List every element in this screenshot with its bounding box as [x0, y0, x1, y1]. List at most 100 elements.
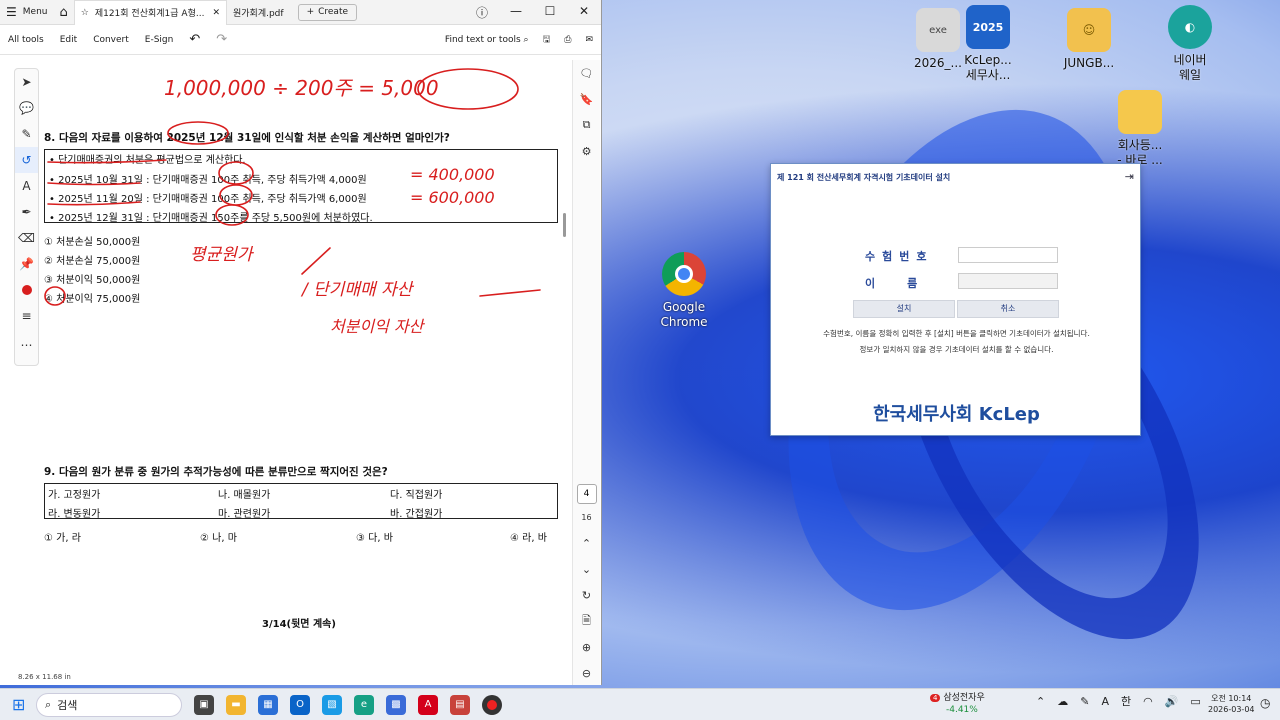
desktop-icon-kclep[interactable]: 2025 KcLep... 세무사... — [953, 5, 1023, 83]
annotation-toolbar: ➤ 💬 ✎ ↺ A ✒ ⌫ 📌 ≡ … — [14, 68, 39, 366]
ink-circle — [44, 286, 66, 306]
ink-underline — [47, 159, 167, 164]
help-icon[interactable]: ⓘ — [465, 4, 499, 21]
font-icon[interactable]: A — [1101, 695, 1109, 708]
home-button[interactable]: ⌂ — [53, 0, 73, 25]
dialog-note: 정보가 일치하지 않을 경우 기초데이터 설치를 할 수 없습니다. — [859, 345, 1054, 354]
pdf-page: 8. 다음의 자료를 이용하여 2025년 12월 31일에 인식할 처분 손익… — [40, 60, 565, 672]
attach-icon[interactable]: ⚙ — [573, 138, 600, 164]
teams-icon[interactable]: ▩ — [386, 694, 406, 715]
file-explorer-icon[interactable]: ▬ — [226, 694, 246, 715]
photos-icon[interactable]: ▧ — [322, 694, 342, 715]
line-width-icon[interactable]: ≡ — [15, 303, 38, 329]
sign-icon[interactable]: ✒ — [15, 199, 38, 225]
clock[interactable]: 오전 10:14 2026-03-04 — [1208, 693, 1255, 715]
ink-stroke — [479, 289, 541, 297]
wifi-icon[interactable]: ◠ — [1143, 695, 1153, 708]
page-number-input[interactable]: 4 — [576, 484, 597, 504]
select-icon[interactable]: ➤ — [15, 69, 38, 95]
store-icon[interactable]: ▦ — [258, 694, 278, 715]
install-button[interactable]: 설치 — [853, 300, 955, 318]
text-box-icon[interactable]: A — [15, 173, 38, 199]
volume-icon[interactable]: 🔊 — [1165, 695, 1179, 708]
close-icon[interactable]: ✕ — [212, 8, 220, 18]
save-page-icon[interactable]: 🗎 — [573, 608, 600, 634]
notification-icon[interactable]: ◷ — [1260, 696, 1270, 710]
desktop-icon-folder[interactable]: 회사등... - 바로 ... — [1105, 90, 1175, 168]
battery-icon[interactable]: ▭ — [1190, 695, 1200, 708]
acrobat-icon[interactable]: A — [418, 694, 438, 715]
exam-number-input[interactable] — [958, 247, 1058, 263]
task-view-icon[interactable]: ▣ — [194, 694, 214, 715]
desktop-icon-chrome[interactable]: Google Chrome — [649, 252, 719, 330]
tab-cost-accounting[interactable]: 원가회계.pdf — [227, 0, 290, 25]
print-icon[interactable]: ⎙ — [564, 35, 571, 45]
hamburger-icon: ☰ — [6, 5, 17, 19]
ink-underline — [47, 182, 141, 186]
edge-icon[interactable]: e — [354, 694, 374, 715]
draw-icon[interactable]: ↺ — [15, 147, 38, 173]
ink-annotations: 1,000,000 ÷ 200주 = 5,000 = 400,000 = 600… — [44, 68, 541, 336]
chevron-up-icon[interactable]: ⌃ — [1036, 695, 1045, 708]
record-icon[interactable] — [482, 694, 502, 715]
eraser-icon[interactable]: ⌫ — [15, 225, 38, 251]
ink-circle — [218, 161, 254, 185]
close-window-icon[interactable]: ✕ — [567, 4, 601, 21]
stock-widget[interactable]: 4 삼성전자우 -4.41% — [930, 692, 985, 716]
esign-button[interactable]: E-Sign — [145, 35, 174, 45]
ime-indicator[interactable]: 한 — [1121, 693, 1131, 709]
kclep-icon: 2025 — [966, 5, 1010, 49]
acrobat-window: ☰ Menu ⌂ ☆ 제121회 전산회계1급 A형... ✕ 원가회계.pdf + C… — [0, 0, 602, 685]
edit-button[interactable]: Edit — [60, 35, 77, 45]
more-icon[interactable]: … — [15, 329, 38, 355]
find-button[interactable]: Find text or tools ⌕ — [445, 35, 529, 45]
right-rail: 🗨 🔖 ⧉ ⚙ 4 16 ⌃ ⌄ ↻ 🗎 ⊕ ⊖ — [572, 60, 600, 685]
exam-number-label: 수험번호 — [865, 250, 934, 263]
search-box[interactable]: ⌕ 검색 — [36, 692, 182, 717]
kclep-logo: 한국세무사회 KcLep — [873, 404, 1040, 425]
chevron-down-icon[interactable]: ⌄ — [573, 556, 600, 582]
folder-user-icon: ☺ — [1067, 8, 1111, 52]
outlook-icon[interactable]: O — [290, 694, 310, 715]
doc-size: 8.26 x 11.68 in — [18, 673, 71, 681]
mail-icon[interactable]: ✉ — [585, 35, 593, 45]
zoom-in-icon[interactable]: ⊕ — [573, 634, 600, 660]
exit-icon[interactable]: ⇥ — [1125, 170, 1134, 183]
pen-icon[interactable]: ✎ — [1080, 695, 1089, 708]
chevron-up-icon[interactable]: ⌃ — [573, 530, 600, 556]
dialog-note: 수험번호, 이름을 정확히 입력한 후 [설치] 버튼을 클릭하면 기초데이터가… — [823, 329, 1090, 338]
undo-icon[interactable]: ↶ — [189, 32, 200, 47]
zoom-out-icon[interactable]: ⊖ — [573, 660, 600, 686]
create-button[interactable]: + Create — [297, 3, 358, 21]
start-icon[interactable]: ⊞ — [12, 695, 25, 714]
desktop-icon-jungb[interactable]: ☺ JUNGB... — [1054, 8, 1124, 71]
desktop-icon-whale[interactable]: ◐ 네이버 웨일 — [1155, 5, 1225, 83]
menu-button[interactable]: ☰ Menu — [0, 0, 53, 25]
cancel-button[interactable]: 취소 — [957, 300, 1059, 318]
bookmark-icon[interactable]: 🔖 — [573, 86, 600, 112]
scrollbar-thumb[interactable] — [563, 213, 566, 237]
comment-panel-icon[interactable]: 🗨 — [573, 60, 600, 86]
tab-exam[interactable]: ☆ 제121회 전산회계1급 A형... ✕ — [73, 0, 227, 25]
maximize-icon[interactable]: ☐ — [533, 4, 567, 21]
app-icon[interactable]: ▤ — [450, 694, 470, 715]
convert-button[interactable]: Convert — [93, 35, 129, 45]
all-tools-button[interactable]: All tools — [8, 35, 44, 45]
pin-icon[interactable]: 📌 — [15, 251, 38, 277]
whale-icon: ◐ — [1168, 5, 1212, 49]
page-total: 16 — [581, 512, 592, 522]
name-input[interactable] — [958, 273, 1058, 289]
save-icon[interactable]: 🖫 — [543, 32, 551, 48]
copy-icon[interactable]: ⧉ — [573, 112, 600, 138]
color-red-icon[interactable] — [15, 277, 38, 303]
ink-underline — [47, 201, 141, 206]
ink-text: 평균원가 — [190, 245, 255, 265]
window-controls: ⓘ — ☐ ✕ — [465, 4, 601, 21]
highlight-icon[interactable]: ✎ — [15, 121, 38, 147]
minimize-icon[interactable]: — — [499, 4, 533, 21]
cloud-icon[interactable]: ☁ — [1057, 695, 1068, 708]
refresh-icon[interactable]: ↻ — [573, 582, 600, 608]
comment-icon[interactable]: 💬 — [15, 95, 38, 121]
redo-icon[interactable]: ↷ — [216, 32, 227, 47]
system-tray: ⌃ ☁ ✎ A 한 ◠ 🔊 ▭ — [1036, 693, 1201, 709]
